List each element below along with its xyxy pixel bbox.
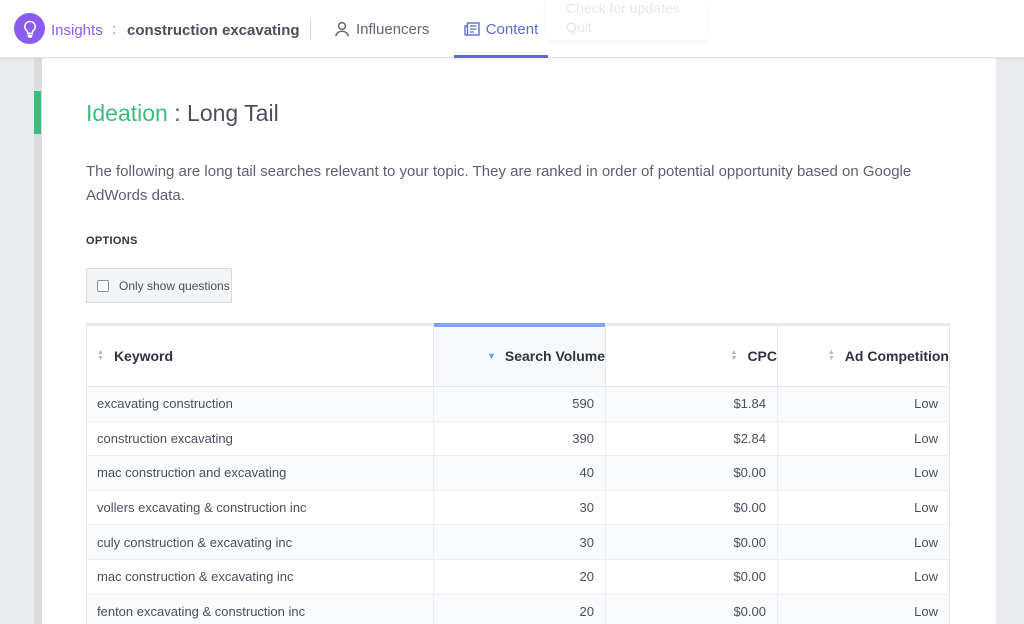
content-icon [464,22,480,36]
page-title: Ideation : Long Tail [86,100,279,127]
cpc-cell: $0.00 [606,559,778,594]
table-row[interactable]: vollers excavating & construction inc 30… [87,490,949,526]
competition-cell: Low [914,430,938,446]
cpc-cell: $0.00 [606,490,778,525]
breadcrumb-separator: : [112,21,117,38]
table-row[interactable]: culy construction & excavating inc 30 $0… [87,525,949,560]
person-icon [335,21,349,37]
table-row[interactable]: fenton excavating & construction inc 20 … [87,594,949,624]
table-body: excavating construction 590 $1.84 Low co… [87,387,949,624]
keyword-table: ▲ ▼ Keyword ▼ Search Volume ▲ ▼ CPC ▲ ▼ Ad … [86,323,950,624]
page-description: The following are long tail searches rel… [86,163,912,204]
competition-cell: Low [914,569,938,585]
column-header-search-volume-label: Search Volume [504,348,605,364]
keyword-cell: fenton excavating & construction inc [87,594,434,624]
sort-icon: ▲ ▼ [730,349,738,362]
table-header: ▲ ▼ Keyword ▼ Search Volume ▲ ▼ CPC ▲ ▼ Ad … [87,323,949,387]
lightbulb-icon[interactable] [14,13,45,44]
cpc-cell: $1.84 [606,387,778,421]
only-questions-label: Only show questions [119,278,230,293]
column-header-cpc-label: CPC [747,348,777,364]
table-row[interactable]: excavating construction 590 $1.84 Low [87,387,949,422]
table-row[interactable]: mac construction & excavating inc 20 $0.… [87,559,949,595]
section-accent-bar [34,91,41,134]
tab-content-label: Content [485,20,539,38]
keyword-cell: construction excavating [87,421,434,456]
competition-cell: Low [914,534,938,550]
cpc-cell: $0.00 [606,456,778,490]
volume-cell: 30 [434,525,606,559]
volume-cell: 40 [434,456,606,490]
cpc-cell: $2.84 [606,421,778,456]
keyword-cell: excavating construction [87,387,434,421]
quit-menu-item[interactable]: Quit [566,19,592,35]
cpc-cell: $0.00 [606,594,778,624]
only-questions-checkbox[interactable] [97,279,109,292]
active-tab-indicator [454,55,548,58]
options-heading: OPTIONS [86,235,138,247]
column-header-search-volume[interactable]: ▼ Search Volume [434,323,606,386]
volume-cell: 30 [434,490,606,525]
title-subsection: : Long Tail [167,100,279,126]
nav-divider [310,18,311,40]
project-name: construction excavating [127,22,300,39]
volume-cell: 20 [434,594,606,624]
column-header-keyword[interactable]: ▲ ▼ Keyword [87,326,434,386]
sorted-column-indicator [434,323,605,327]
left-rail [34,58,42,624]
keyword-cell: mac construction & excavating inc [87,559,434,594]
competition-cell: Low [914,500,938,516]
title-section: Ideation [86,100,168,126]
tab-influencers[interactable]: Influencers [334,0,429,58]
volume-cell: 590 [434,387,606,421]
keyword-cell: mac construction and excavating [87,456,434,490]
volume-cell: 20 [434,559,606,594]
competition-cell: Low [914,465,938,481]
column-header-ad-competition-label: Ad Competition [844,348,949,364]
column-header-cpc[interactable]: ▲ ▼ CPC [606,326,778,386]
column-header-keyword-label: Keyword [113,348,174,364]
only-questions-toggle[interactable]: Only show questions [86,268,232,303]
app-menu-overlay: Check for updates Quit [546,0,708,40]
volume-cell: 390 [434,421,606,456]
competition-cell: Low [914,396,938,412]
top-bar: Insights : construction excavating Influ… [0,0,1024,58]
table-row[interactable]: mac construction and excavating 40 $0.00… [87,456,949,491]
keyword-cell: vollers excavating & construction inc [87,490,434,525]
column-header-ad-competition[interactable]: ▲ ▼ Ad Competition [778,326,949,386]
app-name[interactable]: Insights [51,22,103,39]
sort-descending-icon: ▼ [486,351,496,361]
competition-cell: Low [914,603,938,619]
tab-content[interactable]: Content [454,0,548,58]
sort-icon: ▲ ▼ [97,349,104,362]
cpc-cell: $0.00 [606,525,778,559]
tab-influencers-label: Influencers [356,20,430,38]
sort-icon: ▲ ▼ [827,349,835,362]
keyword-cell: culy construction & excavating inc [87,525,434,559]
check-updates-menu-item[interactable]: Check for updates [566,0,680,16]
table-row[interactable]: construction excavating 390 $2.84 Low [87,421,949,457]
